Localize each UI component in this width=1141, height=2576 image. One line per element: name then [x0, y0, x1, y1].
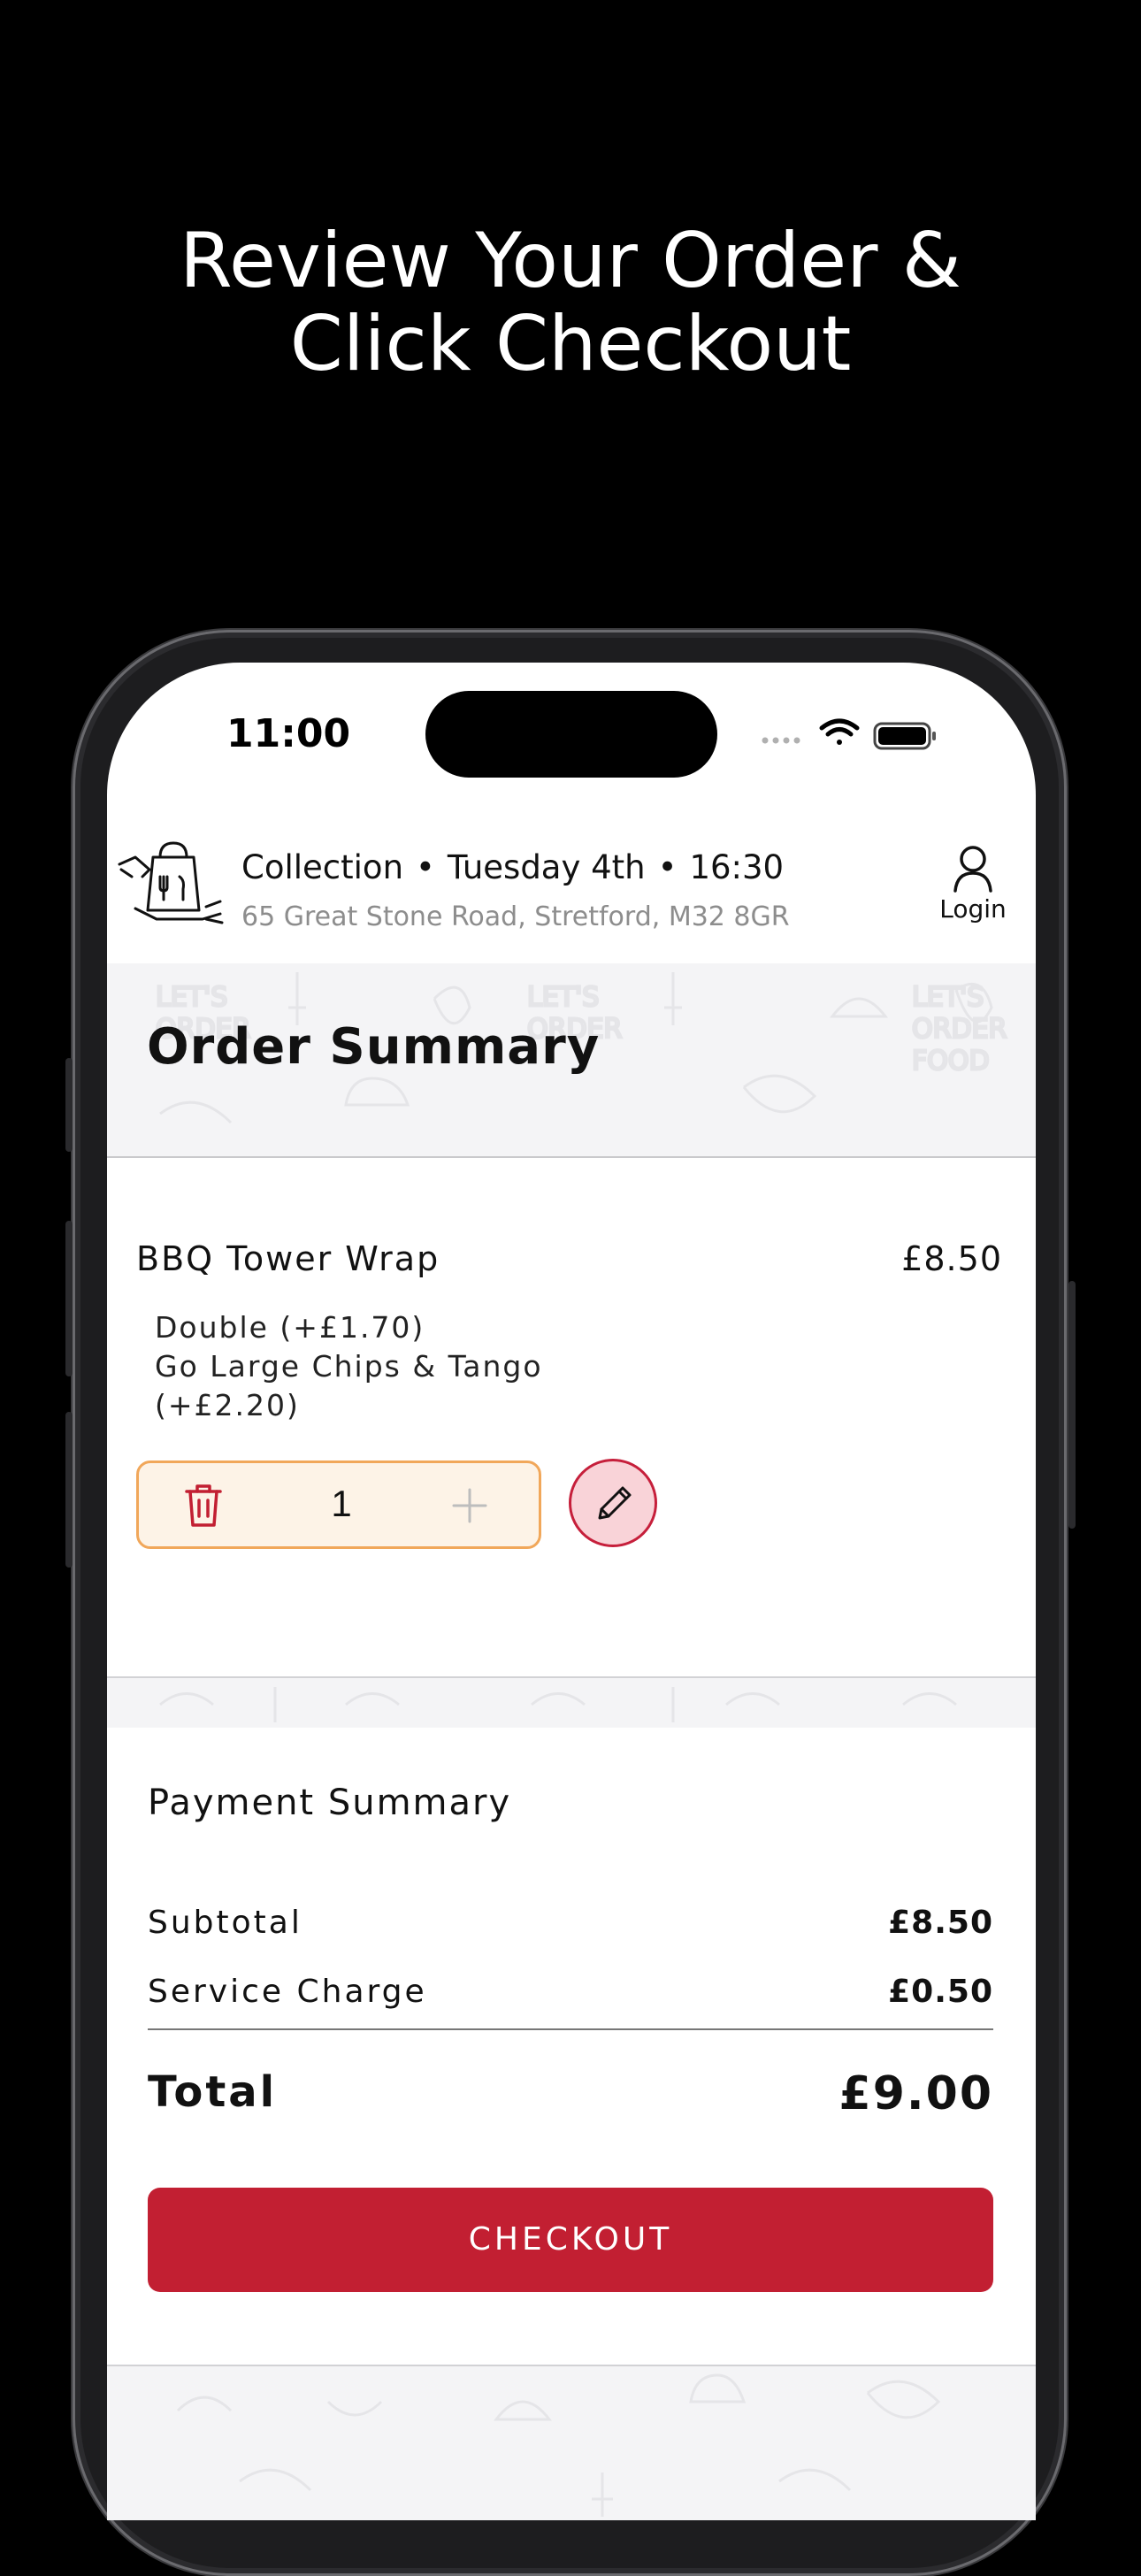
- payment-summary: Payment Summary Subtotal £8.50 Service C…: [107, 1728, 1036, 2365]
- login-label: Login: [939, 894, 1007, 924]
- order-type: Collection: [241, 848, 404, 886]
- order-day: Tuesday 4th: [447, 848, 646, 886]
- signal-icon: [762, 737, 800, 744]
- edit-item-button[interactable]: [569, 1459, 657, 1547]
- service-charge-value: £0.50: [888, 1974, 993, 2010]
- pencil-icon: [598, 1486, 632, 1520]
- app-header: Collection • Tuesday 4th • 16:30 65 Great St…: [107, 820, 1036, 965]
- food-pattern-background: [159, 1687, 957, 1722]
- wifi-icon: [819, 718, 860, 745]
- service-charge-row: Service Charge £0.50: [148, 1974, 993, 2010]
- phone-side-button: [65, 1412, 73, 1568]
- checkout-button[interactable]: CHECKOUT: [148, 2188, 993, 2292]
- food-pattern-background: [176, 2373, 941, 2517]
- status-time: 11:00: [226, 711, 351, 756]
- item-modifier: (+£2.20): [155, 1388, 300, 1422]
- phone-side-button: [65, 1221, 73, 1376]
- promo-headline-line2: Click Checkout: [289, 300, 852, 388]
- dynamic-island: [425, 691, 717, 778]
- order-time: 16:30: [689, 848, 785, 886]
- phone-screen: 11:00 Collection • Tuesday 4th • 16:30 6…: [107, 663, 1036, 2520]
- service-charge-label: Service Charge: [148, 1974, 427, 2010]
- item-modifiers: Double (+£1.70) Go Large Chips & Tango (…: [155, 1308, 543, 1425]
- footer-pattern: [107, 2365, 1036, 2520]
- subtotal-label: Subtotal: [148, 1905, 302, 1941]
- user-icon: [953, 846, 992, 893]
- login-button[interactable]: Login: [937, 843, 1009, 924]
- takeaway-bag-icon: [118, 838, 226, 932]
- subtotal-row: Subtotal £8.50: [148, 1905, 993, 1941]
- svg-text:LET'S: LET'S: [527, 982, 599, 1013]
- total-separator: [148, 2028, 993, 2030]
- quantity-stepper: 1: [136, 1460, 541, 1549]
- item-modifier: Double (+£1.70): [155, 1310, 425, 1345]
- order-details[interactable]: Collection • Tuesday 4th • 16:30: [241, 848, 784, 886]
- total-value: £9.00: [839, 2067, 993, 2120]
- section-divider: [107, 1676, 1036, 1729]
- subtotal-value: £8.50: [888, 1905, 993, 1941]
- battery-icon: [873, 722, 936, 750]
- payment-summary-title: Payment Summary: [148, 1782, 512, 1823]
- order-summary-title: Order Summary: [147, 1018, 601, 1076]
- total-label: Total: [148, 2067, 278, 2117]
- separator-dot: •: [657, 848, 678, 886]
- phone-side-button: [65, 1058, 73, 1152]
- store-address: 65 Great Stone Road, Stretford, M32 8GR: [241, 901, 790, 932]
- item-modifier: Go Large Chips & Tango: [155, 1349, 543, 1384]
- promo-headline-line1: Review Your Order &: [180, 217, 961, 305]
- svg-text:LET'S: LET'S: [912, 982, 984, 1013]
- svg-text:FOOD: FOOD: [912, 1046, 990, 1077]
- phone-side-button: [1068, 1281, 1076, 1529]
- order-summary-header: LET'S ORDER LET'S ORDER LET'S ORDER FOOD…: [107, 963, 1036, 1159]
- svg-text:ORDER: ORDER: [912, 1014, 1007, 1045]
- separator-dot: •: [416, 848, 435, 886]
- status-icons: [760, 716, 954, 751]
- item-price: £8.50: [901, 1239, 1002, 1278]
- order-item: BBQ Tower Wrap £8.50 Double (+£1.70) Go …: [107, 1158, 1036, 1676]
- promo-headline: Review Your Order & Click Checkout: [0, 219, 1141, 386]
- plus-icon[interactable]: [450, 1486, 489, 1525]
- svg-text:LET'S: LET'S: [156, 982, 227, 1013]
- item-name: BBQ Tower Wrap: [136, 1239, 440, 1278]
